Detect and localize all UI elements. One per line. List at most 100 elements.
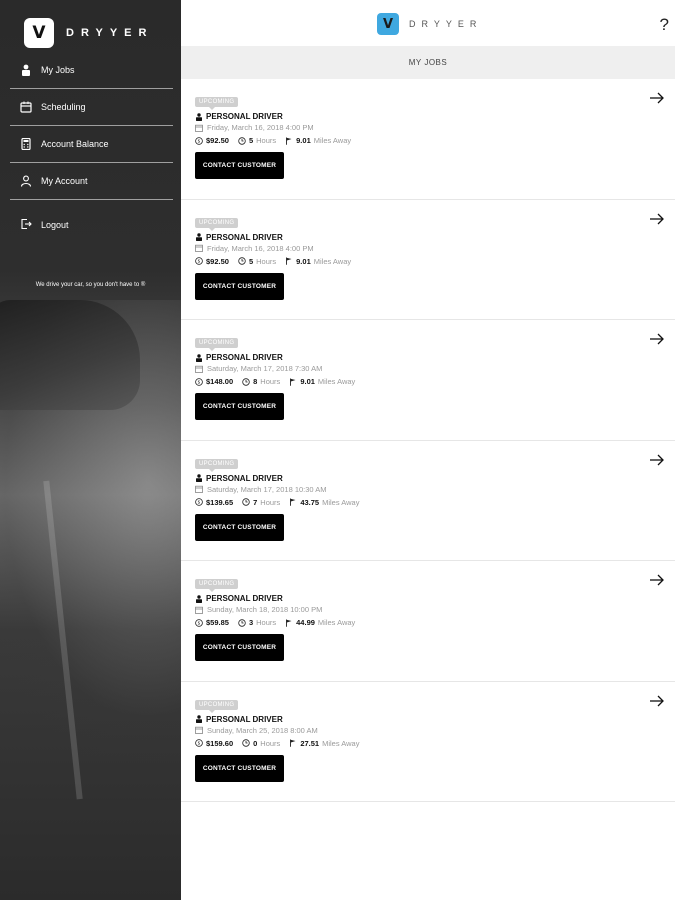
calculator-icon	[20, 138, 32, 150]
job-meta: $ $139.65 7 Hours 43.75 Miles Away	[195, 498, 675, 507]
logout-button[interactable]: Logout	[20, 218, 69, 232]
status-badge: UPCOMING	[195, 338, 239, 351]
contact-customer-button[interactable]: CONTACT CUSTOMER	[195, 634, 284, 661]
calendar-icon	[195, 124, 203, 132]
driver-icon	[196, 715, 202, 723]
flag-icon	[286, 137, 292, 145]
brand-name: DRYYER	[66, 27, 154, 39]
job-date-row: Saturday, March 17, 2018 7:30 AM	[195, 364, 675, 373]
job-hours-unit: Hours	[256, 136, 277, 145]
flag-icon	[286, 619, 292, 627]
flag-icon	[290, 739, 296, 747]
page-title: MY JOBS	[181, 46, 675, 79]
job-miles: 27.51	[300, 738, 320, 748]
clock-icon	[242, 377, 250, 386]
job-miles: 43.75	[300, 497, 320, 507]
sidebar-item-my-jobs[interactable]: My Jobs	[10, 52, 173, 89]
arrow-right-icon[interactable]	[649, 694, 665, 708]
svg-text:$: $	[198, 138, 201, 144]
job-title-row: PERSONAL DRIVER	[195, 715, 675, 724]
sidebar-item-label: My Account	[41, 176, 88, 186]
svg-text:$: $	[198, 500, 201, 506]
job-card[interactable]: UPCOMING PERSONAL DRIVER Sunday, March 2…	[181, 682, 675, 802]
job-meta: $ $159.60 0 Hours 27.51 Miles Away	[195, 739, 675, 748]
job-price: $148.00	[206, 377, 234, 386]
job-card[interactable]: UPCOMING PERSONAL DRIVER Sunday, March 1…	[181, 561, 675, 682]
job-card[interactable]: UPCOMING PERSONAL DRIVER Friday, March 1…	[181, 79, 675, 200]
arrow-right-icon[interactable]	[649, 453, 665, 467]
job-miles-unit: Miles Away	[322, 497, 360, 507]
sidebar-item-scheduling[interactable]: Scheduling	[10, 89, 173, 126]
job-date: Friday, March 16, 2018 4:00 PM	[207, 243, 314, 253]
job-card[interactable]: UPCOMING PERSONAL DRIVER Saturday, March…	[181, 441, 675, 561]
svg-text:$: $	[198, 620, 201, 626]
calendar-icon	[195, 606, 203, 614]
job-miles-unit: Miles Away	[313, 136, 352, 145]
svg-text:$: $	[198, 379, 201, 385]
job-date-row: Saturday, March 17, 2018 10:30 AM	[195, 485, 675, 494]
top-bar: V DRYYER ?	[181, 0, 675, 46]
job-price: $139.65	[206, 497, 234, 507]
clock-icon	[238, 618, 246, 627]
job-card[interactable]: UPCOMING PERSONAL DRIVER Saturday, March…	[181, 320, 675, 441]
contact-customer-button[interactable]: CONTACT CUSTOMER	[195, 272, 284, 300]
header-brand: V DRYYER	[377, 13, 482, 35]
clock-icon	[238, 257, 246, 265]
price-icon: $	[195, 498, 203, 506]
job-title-row: PERSONAL DRIVER	[195, 233, 675, 242]
svg-text:$: $	[198, 259, 201, 265]
header-logo-icon: V	[377, 13, 399, 35]
job-meta: $ $92.50 5 Hours 9.01 Miles Away	[195, 136, 675, 145]
job-title-row: PERSONAL DRIVER	[195, 353, 675, 362]
car-mirror-shape	[0, 300, 140, 410]
job-date: Sunday, March 25, 2018 8:00 AM	[207, 725, 318, 735]
job-date-row: Sunday, March 25, 2018 8:00 AM	[195, 726, 675, 735]
arrow-right-icon[interactable]	[649, 212, 665, 226]
contact-customer-button[interactable]: CONTACT CUSTOMER	[195, 393, 284, 420]
job-title-row: PERSONAL DRIVER	[195, 474, 675, 483]
contact-customer-button[interactable]: CONTACT CUSTOMER	[195, 754, 284, 782]
job-title: PERSONAL DRIVER	[206, 473, 283, 483]
job-date-row: Friday, March 16, 2018 4:00 PM	[195, 244, 675, 253]
person-icon	[20, 64, 32, 76]
job-price: $159.60	[206, 738, 234, 748]
job-hours-unit: Hours	[260, 497, 281, 507]
clock-icon	[238, 136, 246, 145]
job-hours-unit: Hours	[256, 618, 277, 627]
main-content: V DRYYER ? MY JOBS UPCOMING PERSONAL DRI…	[181, 0, 675, 900]
job-miles-unit: Miles Away	[317, 618, 356, 627]
arrow-right-icon[interactable]	[649, 91, 665, 105]
job-hours-unit: Hours	[260, 377, 281, 386]
driver-icon	[196, 474, 202, 482]
job-price: $59.85	[206, 618, 229, 627]
calendar-icon	[195, 244, 203, 252]
logout-label: Logout	[41, 220, 69, 230]
contact-customer-button[interactable]: CONTACT CUSTOMER	[195, 152, 284, 179]
job-title-row: PERSONAL DRIVER	[195, 594, 675, 603]
sidebar-item-label: My Jobs	[41, 65, 75, 75]
sidebar-item-label: Account Balance	[41, 139, 109, 149]
calendar-icon	[195, 726, 203, 734]
status-badge: UPCOMING	[195, 97, 239, 110]
header-brand-name: DRYYER	[409, 19, 483, 29]
arrow-right-icon[interactable]	[649, 573, 665, 587]
job-hours-unit: Hours	[260, 738, 281, 748]
sidebar-nav: My Jobs Scheduling Account Balance My Ac…	[10, 52, 173, 200]
job-hours: 5	[248, 136, 254, 145]
job-price: $92.50	[206, 256, 229, 266]
contact-customer-button[interactable]: CONTACT CUSTOMER	[195, 513, 284, 541]
job-meta: $ $92.50 5 Hours 9.01 Miles Away	[195, 257, 675, 266]
sidebar-item-account-balance[interactable]: Account Balance	[10, 126, 173, 163]
arrow-right-icon[interactable]	[649, 332, 665, 346]
job-miles-unit: Miles Away	[322, 738, 360, 748]
clock-icon	[242, 498, 250, 506]
job-title: PERSONAL DRIVER	[206, 232, 283, 242]
calendar-icon	[195, 365, 203, 373]
help-button[interactable]: ?	[660, 15, 669, 35]
job-price: $92.50	[206, 136, 229, 145]
sidebar-item-my-account[interactable]: My Account	[10, 163, 173, 200]
job-title: PERSONAL DRIVER	[206, 714, 283, 724]
job-card[interactable]: UPCOMING PERSONAL DRIVER Friday, March 1…	[181, 200, 675, 320]
logout-icon	[20, 218, 32, 232]
calendar-icon	[20, 101, 32, 113]
